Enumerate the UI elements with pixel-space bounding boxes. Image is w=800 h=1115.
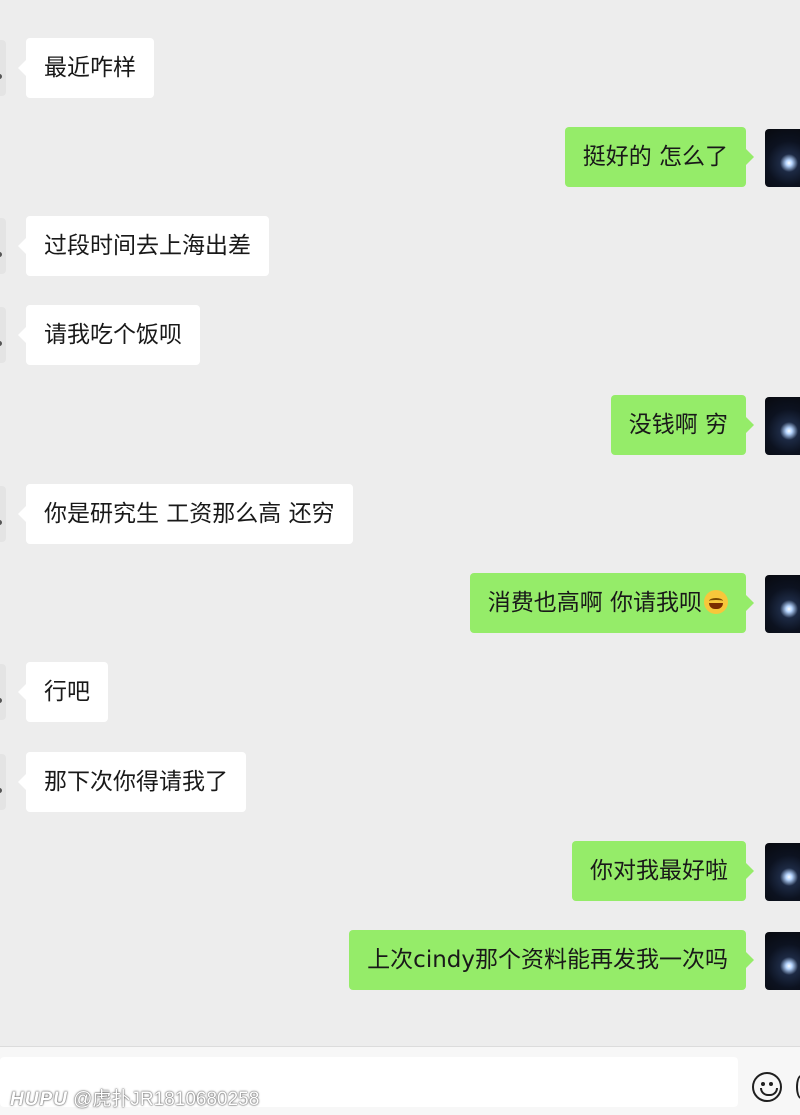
- message-sent: 没钱啊 穷: [0, 395, 800, 455]
- message-bubble[interactable]: 你是研究生 工资那么高 还穷: [18, 484, 353, 544]
- message-received: 最近咋样: [0, 38, 800, 98]
- contact-avatar[interactable]: [0, 754, 6, 810]
- avatar-dot: [0, 252, 2, 257]
- contact-avatar[interactable]: [0, 307, 6, 363]
- message-received: 你是研究生 工资那么高 还穷: [0, 484, 800, 544]
- contact-avatar[interactable]: [0, 664, 6, 720]
- chat-area[interactable]: 最近咋样 挺好的 怎么了 过段时间去上海出差 请我吃个饭呗 没钱啊 穷 你是研究…: [0, 0, 800, 1050]
- message-received: 过段时间去上海出差: [0, 216, 800, 276]
- message-received: 请我吃个饭呗: [0, 305, 800, 365]
- smiley-icon[interactable]: [752, 1072, 782, 1102]
- contact-avatar[interactable]: [0, 218, 6, 274]
- my-avatar[interactable]: [765, 932, 800, 990]
- message-sent: 挺好的 怎么了: [0, 127, 800, 187]
- tears-of-joy-emoji-icon: [704, 589, 728, 614]
- message-bubble[interactable]: 请我吃个饭呗: [18, 305, 200, 365]
- my-avatar[interactable]: [765, 843, 800, 901]
- message-text: 消费也高啊 你请我呗: [487, 590, 702, 616]
- watermark-logo: HUPU: [10, 1089, 68, 1110]
- message-received: 行吧: [0, 662, 800, 722]
- message-bubble[interactable]: 过段时间去上海出差: [18, 216, 269, 276]
- my-avatar[interactable]: [765, 397, 800, 455]
- message-received: 那下次你得请我了: [0, 752, 800, 812]
- message-bubble[interactable]: 行吧: [18, 662, 108, 722]
- my-avatar[interactable]: [765, 575, 800, 633]
- avatar-dot: [0, 788, 2, 793]
- message-bubble[interactable]: 那下次你得请我了: [18, 752, 246, 812]
- watermark: HUPU @虎扑JR1810680258: [10, 1084, 259, 1111]
- avatar-dot: [0, 74, 2, 79]
- message-sent: 上次cindy那个资料能再发我一次吗: [0, 930, 800, 990]
- watermark-text: @虎扑JR1810680258: [73, 1089, 260, 1110]
- avatar-dot: [0, 698, 2, 703]
- smiley-eye: [769, 1082, 773, 1086]
- contact-avatar[interactable]: [0, 40, 6, 96]
- avatar-dot: [0, 341, 2, 346]
- message-bubble[interactable]: 没钱啊 穷: [610, 395, 755, 455]
- message-bubble[interactable]: 最近咋样: [18, 38, 154, 98]
- smiley-mouth: [760, 1088, 778, 1096]
- plus-icon[interactable]: [796, 1075, 800, 1099]
- message-sent: 你对我最好啦: [0, 841, 800, 901]
- message-bubble[interactable]: 挺好的 怎么了: [564, 127, 755, 187]
- message-sent: 消费也高啊 你请我呗: [0, 573, 800, 633]
- smiley-eye: [761, 1082, 765, 1086]
- avatar-dot: [0, 520, 2, 525]
- message-bubble[interactable]: 上次cindy那个资料能再发我一次吗: [349, 930, 754, 990]
- message-bubble[interactable]: 你对我最好啦: [572, 841, 754, 901]
- message-bubble[interactable]: 消费也高啊 你请我呗: [469, 573, 755, 633]
- my-avatar[interactable]: [765, 129, 800, 187]
- contact-avatar[interactable]: [0, 486, 6, 542]
